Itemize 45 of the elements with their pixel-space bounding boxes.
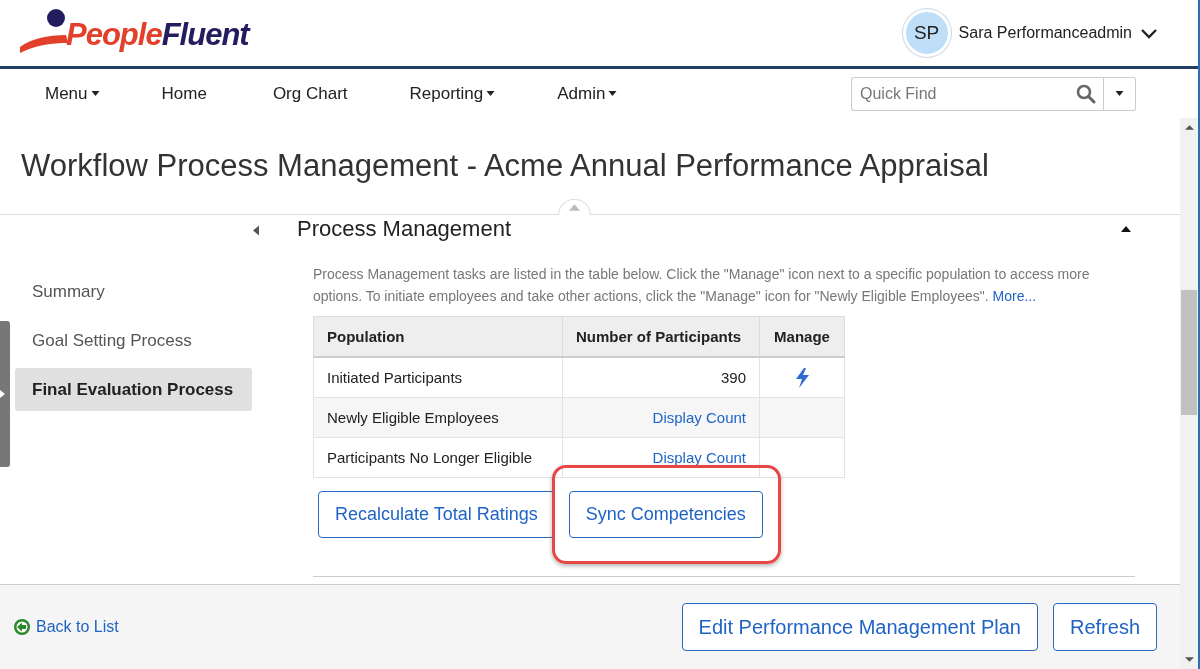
table-cell: Initiated Participants bbox=[313, 357, 563, 398]
caret-icon bbox=[608, 91, 618, 96]
table-cell: 390 bbox=[562, 357, 760, 398]
column-header: Population bbox=[313, 316, 563, 357]
display-count-link[interactable]: Display Count bbox=[652, 449, 746, 466]
action-button[interactable]: Refresh bbox=[1052, 603, 1157, 651]
avatar: SP bbox=[902, 9, 951, 57]
scrollbar-thumb[interactable] bbox=[1181, 290, 1197, 415]
sidebar-item[interactable]: Summary bbox=[15, 270, 252, 313]
nav-item[interactable]: Org Chart bbox=[257, 83, 363, 104]
nav-item[interactable]: Home bbox=[146, 83, 222, 104]
section-title: Process Management bbox=[297, 216, 511, 242]
column-header: Manage bbox=[759, 316, 845, 357]
page-title: Workflow Process Management - Acme Annual Performance Appraisal bbox=[21, 148, 989, 184]
table-cell: Participants No Longer Eligible bbox=[313, 437, 563, 478]
action-button[interactable]: Recalculate Total Ratings bbox=[318, 491, 555, 538]
more-link[interactable]: More... bbox=[992, 288, 1037, 304]
lightning-icon[interactable] bbox=[794, 367, 810, 388]
description-text: Process Management tasks are listed in the table below. Click the "Manage" icon next to a specific population to access more options. To initiate employees and take other actions, click the "Manage" icon for "Newly Eligible Employees". More... bbox=[313, 265, 1091, 306]
triangle-right-icon bbox=[0, 390, 5, 398]
action-button[interactable]: Edit Performance Management Plan bbox=[681, 603, 1038, 651]
nav-item[interactable]: Menu bbox=[30, 83, 115, 104]
table-cell: Newly Eligible Employees bbox=[313, 397, 563, 438]
logo-text: PeopleFluent bbox=[66, 17, 249, 53]
nav-item[interactable]: Reporting bbox=[394, 83, 511, 104]
user-menu[interactable]: Sara Performanceadmin bbox=[958, 24, 1158, 42]
collapse-button[interactable] bbox=[558, 199, 591, 215]
caret-icon bbox=[1115, 91, 1124, 96]
back-link[interactable]: Back to List bbox=[13, 618, 119, 636]
nav-item[interactable]: Admin bbox=[542, 83, 633, 104]
triangle-up-icon bbox=[569, 204, 580, 211]
back-arrow-icon bbox=[13, 618, 31, 636]
column-header: Number of Participants bbox=[562, 316, 760, 357]
caret-icon bbox=[90, 91, 100, 96]
side-panel-handle[interactable] bbox=[0, 321, 10, 467]
triangle-left-icon bbox=[253, 225, 259, 236]
chevron-down-icon bbox=[1140, 27, 1158, 39]
sidebar-item[interactable]: Final Evaluation Process bbox=[15, 368, 252, 411]
scroll-up-icon bbox=[1184, 125, 1194, 130]
scroll-down-icon bbox=[1184, 657, 1194, 662]
action-button[interactable]: Sync Competencies bbox=[568, 491, 763, 538]
display-count-link[interactable]: Display Count bbox=[652, 409, 746, 426]
caret-icon bbox=[486, 91, 496, 96]
sidebar-item[interactable]: Goal Setting Process bbox=[15, 319, 252, 362]
scrollbar[interactable] bbox=[1180, 118, 1198, 669]
